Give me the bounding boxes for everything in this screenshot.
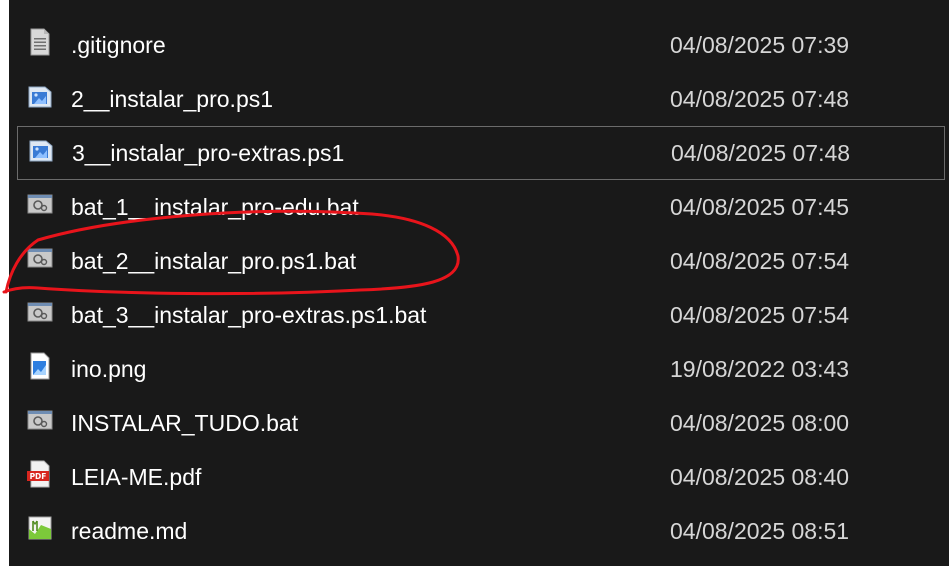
- file-name: .gitignore: [71, 32, 166, 58]
- file-row-3-instalar-pro-extras-ps1[interactable]: 3__instalar_pro-extras.ps1 04/08/2025 07…: [17, 126, 945, 180]
- file-name: ino.png: [71, 356, 147, 382]
- svg-text:PDF: PDF: [30, 472, 47, 481]
- file-row-leia-me-pdf[interactable]: PDF LEIA-ME.pdf 04/08/2025 08:40: [9, 450, 949, 504]
- file-name: 3__instalar_pro-extras.ps1: [72, 140, 345, 166]
- file-row-readme-md[interactable]: readme.md 04/08/2025 08:51: [9, 504, 949, 558]
- file-modified-date: 04/08/2025 07:54: [670, 248, 850, 274]
- pdf-file-icon: PDF: [25, 459, 55, 489]
- image-file-icon: [25, 351, 55, 381]
- batch-file-icon: [25, 189, 55, 219]
- file-name: readme.md: [71, 518, 188, 544]
- file-name: bat_1__instalar_pro-edu.bat: [71, 194, 359, 220]
- file-row-gitignore[interactable]: .gitignore 04/08/2025 07:39: [9, 18, 949, 72]
- batch-file-icon: [25, 297, 55, 327]
- file-row-ino-png[interactable]: ino.png 19/08/2022 03:43: [9, 342, 949, 396]
- file-modified-date: 04/08/2025 07:48: [671, 140, 851, 166]
- file-name: 2__instalar_pro.ps1: [71, 86, 274, 112]
- powershell-script-icon: [26, 135, 56, 165]
- file-row-instalar-tudo[interactable]: INSTALAR_TUDO.bat 04/08/2025 08:00: [9, 396, 949, 450]
- powershell-script-icon: [25, 81, 55, 111]
- file-modified-date: 04/08/2025 07:39: [670, 32, 850, 58]
- file-row-bat-1-instalar-pro-edu[interactable]: bat_1__instalar_pro-edu.bat 04/08/2025 0…: [9, 180, 949, 234]
- file-modified-date: 04/08/2025 08:00: [670, 410, 850, 436]
- file-modified-date: 04/08/2025 08:40: [670, 464, 850, 490]
- file-name: bat_2__instalar_pro.ps1.bat: [71, 248, 357, 274]
- text-file-icon: [25, 27, 55, 57]
- file-modified-date: 04/08/2025 07:45: [670, 194, 850, 220]
- file-name: bat_3__instalar_pro-extras.ps1.bat: [71, 302, 427, 328]
- file-modified-date: 19/08/2022 03:43: [670, 356, 850, 382]
- file-modified-date: 04/08/2025 07:48: [670, 86, 850, 112]
- file-explorer-pane: .gitignore 04/08/2025 07:39 2__instalar_…: [9, 0, 949, 566]
- batch-file-icon: [25, 405, 55, 435]
- file-list: .gitignore 04/08/2025 07:39 2__instalar_…: [9, 18, 949, 558]
- file-name: INSTALAR_TUDO.bat: [71, 410, 299, 436]
- markdown-file-icon: [25, 513, 55, 543]
- file-modified-date: 04/08/2025 07:54: [670, 302, 850, 328]
- batch-file-icon: [25, 243, 55, 273]
- file-modified-date: 04/08/2025 08:51: [670, 518, 850, 544]
- file-row-bat-3-instalar-pro-extras[interactable]: bat_3__instalar_pro-extras.ps1.bat 04/08…: [9, 288, 949, 342]
- file-name: LEIA-ME.pdf: [71, 464, 202, 490]
- file-row-bat-2-instalar-pro-ps1[interactable]: bat_2__instalar_pro.ps1.bat 04/08/2025 0…: [9, 234, 949, 288]
- file-row-2-instalar-pro-ps1[interactable]: 2__instalar_pro.ps1 04/08/2025 07:48: [9, 72, 949, 126]
